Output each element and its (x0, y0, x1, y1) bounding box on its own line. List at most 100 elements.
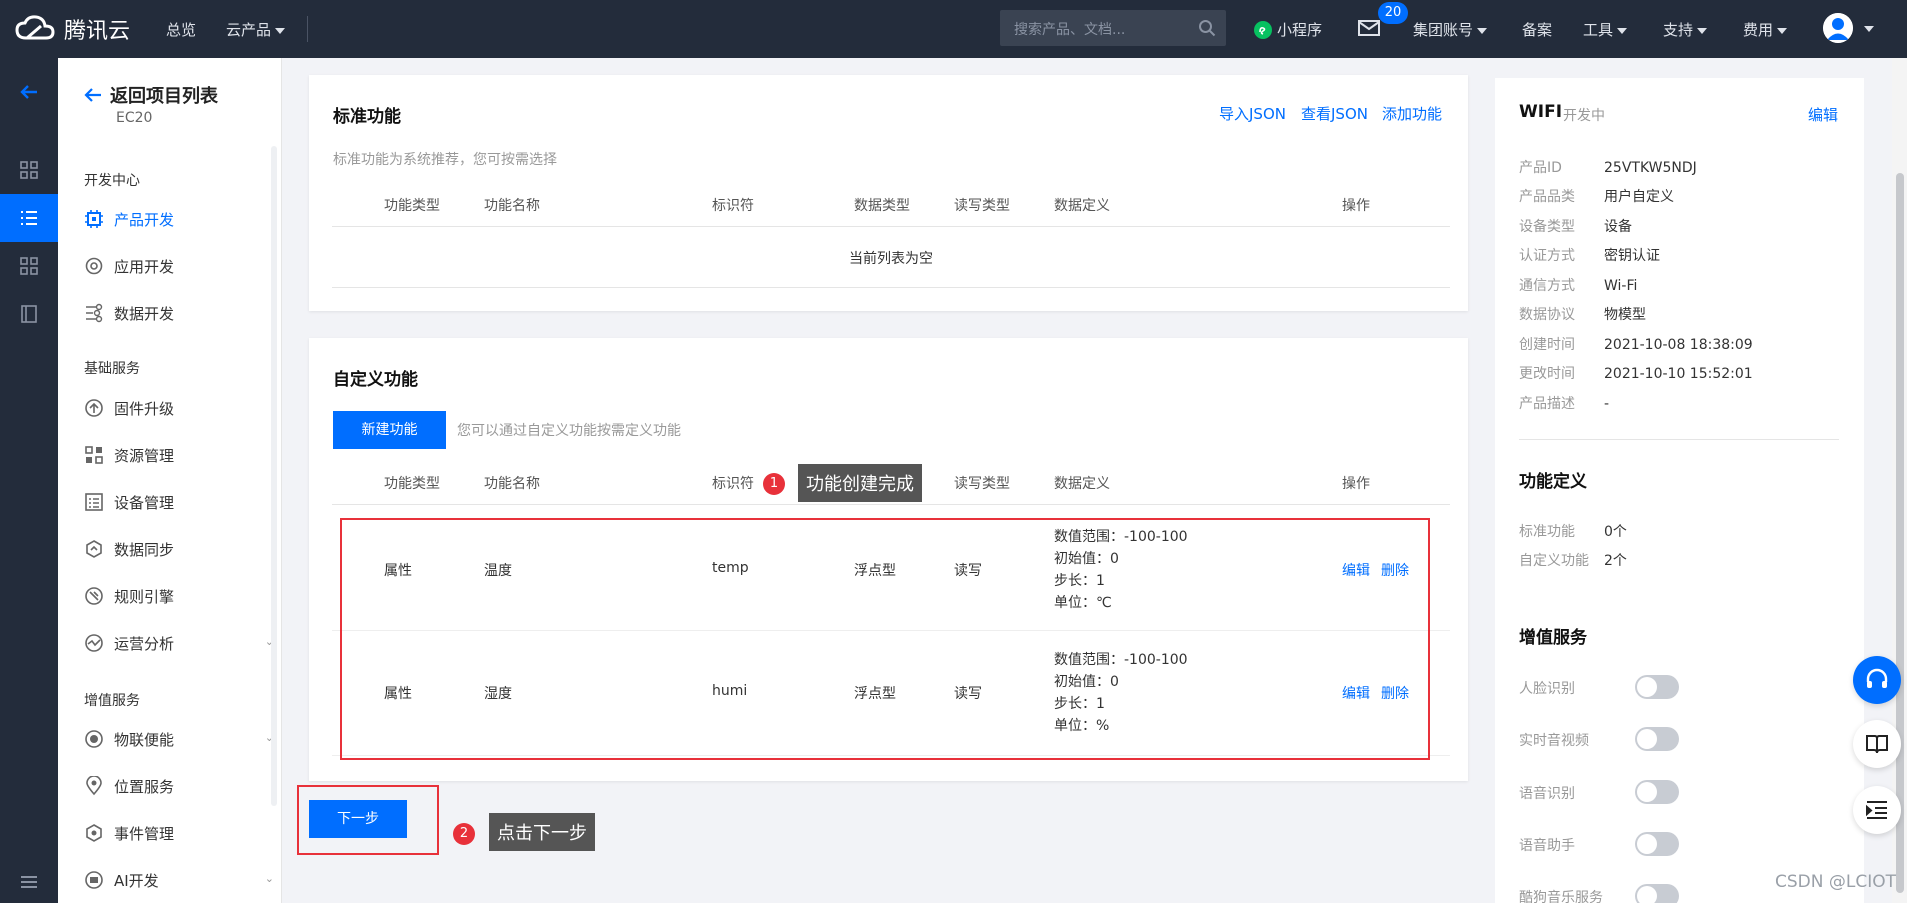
cloud-logo-icon (15, 15, 55, 40)
search-icon[interactable] (1198, 19, 1216, 37)
nav-products[interactable]: 云产品 (226, 19, 286, 40)
sidebar-item-iot-enable[interactable]: 物联便能 ⌄ (84, 726, 274, 752)
sidebar-item-data-dev[interactable]: 数据开发 (84, 300, 274, 326)
back-label: 返回项目列表 (110, 86, 218, 107)
firmware-icon (85, 399, 103, 417)
group-title-value: 增值服务 (84, 693, 140, 709)
page-scrollbar[interactable] (1892, 58, 1907, 903)
sidebar-item-app-dev[interactable]: 应用开发 (84, 253, 274, 279)
col-actions: 操作 (1342, 476, 1370, 492)
info-key: 创建时间 (1519, 337, 1575, 353)
kugou-music-toggle[interactable] (1635, 884, 1679, 903)
step-marker-1: 1 (763, 473, 785, 495)
col-identifier: 标识符 (712, 198, 754, 214)
outline-button[interactable] (1853, 786, 1901, 834)
arrow-left-icon (84, 88, 101, 102)
annotation-tooltip-2: 点击下一步 (489, 813, 595, 851)
product-info-panel: WIFI 开发中 编辑 产品ID 25VTKW5NDJ 产品品类 用户自定义 设备类… (1495, 78, 1864, 903)
info-row: 更改时间 2021-10-10 15:52:01 (1519, 363, 1753, 383)
info-key: 更改时间 (1519, 366, 1575, 382)
sidebar-item-analytics[interactable]: 运营分析 ⌄ (84, 630, 274, 656)
rail-item-list[interactable] (0, 194, 58, 242)
scrollbar-thumb[interactable] (1896, 173, 1904, 893)
docs-button[interactable] (1853, 720, 1901, 768)
mail-icon[interactable] (1358, 19, 1380, 37)
sidebar-item-data-sync[interactable]: 数据同步 (84, 536, 274, 562)
sidebar-item-ai-dev[interactable]: AI开发 ⌄ (84, 867, 274, 893)
search-input[interactable]: 搜索产品、文档... (1014, 19, 1125, 39)
nav-icp[interactable]: 备案 (1522, 19, 1552, 40)
col-rw-type: 读写类型 (954, 198, 1010, 214)
nav-overview[interactable]: 总览 (166, 19, 196, 40)
info-key: 认证方式 (1519, 248, 1575, 264)
info-key: 自定义功能 (1519, 553, 1589, 569)
rail-item-docs[interactable] (0, 290, 58, 338)
customer-service-button[interactable] (1853, 656, 1901, 704)
sidebar-item-resources[interactable]: 资源管理 (84, 442, 274, 468)
rail-item-menu[interactable] (0, 858, 58, 903)
step-marker-2: 2 (453, 823, 475, 845)
info-value: 2个 (1604, 553, 1627, 569)
rail-item-apps[interactable] (0, 242, 58, 290)
nav-tools[interactable]: 工具 (1583, 19, 1628, 40)
vas-label: 人脸识别 (1519, 681, 1575, 697)
sidebar-item-location[interactable]: 位置服务 (84, 773, 274, 799)
value-added-title: 增值服务 (1519, 628, 1587, 648)
edit-product-link[interactable]: 编辑 (1808, 104, 1838, 125)
product-name: WIFI (1519, 102, 1563, 122)
custom-desc: 您可以通过自定义功能按需定义功能 (457, 423, 681, 439)
info-key: 标准功能 (1519, 524, 1575, 540)
book-icon (21, 305, 37, 323)
open-book-icon (1866, 735, 1888, 754)
gear-icon (85, 257, 103, 275)
globe-icon (85, 730, 103, 748)
col-definition: 数据定义 (1054, 476, 1110, 492)
voice-assistant-toggle[interactable] (1635, 832, 1679, 856)
data-flow-icon (86, 303, 103, 323)
collapse-nav-button[interactable] (0, 68, 58, 116)
sidebar-item-label: 产品开发 (114, 210, 175, 229)
info-row: 产品描述 - (1519, 393, 1609, 413)
nav-mini-program[interactable]: 小程序 (1253, 19, 1322, 40)
info-row: 产品ID 25VTKW5NDJ (1519, 157, 1697, 177)
nav-billing[interactable]: 费用 (1743, 19, 1788, 40)
sidebar-item-product-dev[interactable]: 产品开发 (84, 206, 274, 232)
sidebar-item-label: 应用开发 (114, 257, 175, 276)
face-recognition-toggle[interactable] (1635, 675, 1679, 699)
add-function-link[interactable]: 添加功能 (1382, 103, 1442, 124)
search-box[interactable]: 搜索产品、文档... (1000, 10, 1226, 46)
info-key: 设备类型 (1519, 219, 1575, 235)
rail-item-dashboard[interactable] (0, 146, 58, 194)
chevron-down-icon (275, 27, 286, 34)
tools-label: 工具 (1583, 21, 1614, 39)
sidebar-item-rules[interactable]: 规则引擎 (84, 583, 274, 609)
sidebar-item-events[interactable]: 事件管理 (84, 820, 274, 846)
group-account-label: 集团账号 (1413, 21, 1474, 39)
event-icon (86, 824, 102, 842)
sidebar-item-label: 固件升级 (114, 399, 175, 418)
avatar[interactable] (1823, 13, 1853, 43)
vas-label: 语音识别 (1519, 786, 1575, 802)
sidebar-scrollbar[interactable] (271, 146, 277, 806)
menu-icon (21, 876, 37, 888)
back-to-projects-link[interactable]: 返回项目列表 (84, 82, 218, 108)
tencent-cloud-logo[interactable]: 腾讯云 (14, 13, 130, 45)
chevron-down-icon[interactable] (1864, 26, 1874, 32)
nav-group-account[interactable]: 集团账号 (1413, 19, 1488, 40)
info-row: 设备类型 设备 (1519, 216, 1632, 236)
product-status: 开发中 (1563, 108, 1605, 124)
sidebar-item-firmware[interactable]: 固件升级 (84, 395, 274, 421)
info-row: 产品品类 用户自定义 (1519, 186, 1674, 206)
rtc-toggle[interactable] (1635, 727, 1679, 751)
empty-text: 当前列表为空 (849, 251, 933, 267)
view-json-link[interactable]: 查看JSON (1301, 103, 1368, 124)
sidebar-item-label: 物联便能 (114, 730, 175, 749)
nav-support[interactable]: 支持 (1663, 19, 1708, 40)
chevron-down-icon (1697, 27, 1708, 34)
new-function-button[interactable]: 新建功能 (333, 411, 446, 449)
import-json-link[interactable]: 导入JSON (1219, 103, 1286, 124)
col-identifier: 标识符 (712, 476, 754, 492)
vas-label: 实时音视频 (1519, 733, 1589, 749)
speech-recognition-toggle[interactable] (1635, 780, 1679, 804)
sidebar-item-devices[interactable]: 设备管理 (84, 489, 274, 515)
